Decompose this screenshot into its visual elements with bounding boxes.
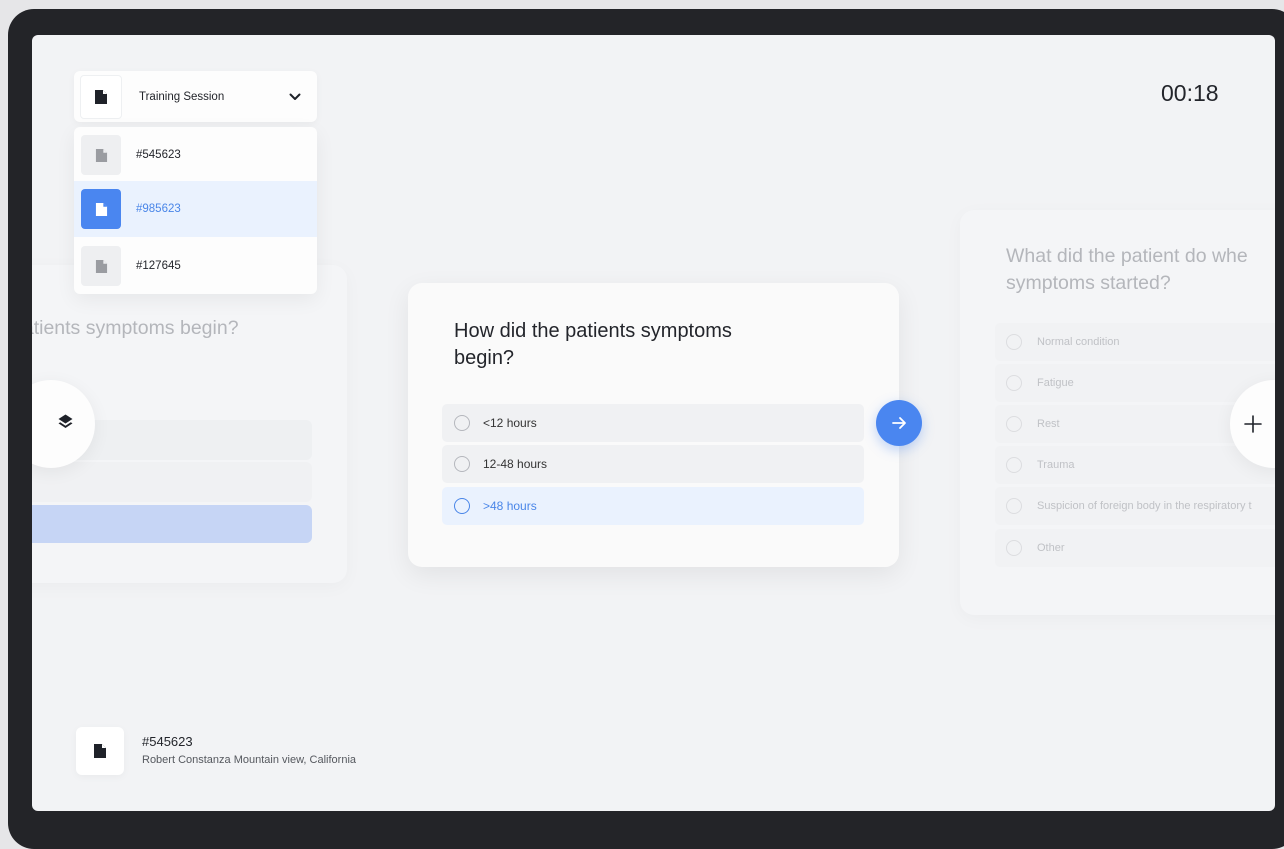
next-question-line: symptoms started? (1006, 272, 1171, 294)
plus-icon (1244, 415, 1262, 433)
next-option-label: Other (1037, 542, 1065, 554)
next-question-button[interactable] (876, 400, 922, 446)
next-question-text: What did the patient do whe symptoms sta… (1006, 243, 1275, 297)
next-option-label: Fatigue (1037, 377, 1074, 389)
radio-icon[interactable] (1006, 498, 1022, 514)
session-timer: 00:18 (1161, 80, 1219, 106)
radio-icon[interactable] (1006, 457, 1022, 473)
next-option-label: Rest (1037, 418, 1060, 430)
session-dropdown-menu: #545623 #985623 #127645 (74, 127, 317, 294)
patient-id: #545623 (142, 734, 193, 749)
radio-icon[interactable] (1006, 540, 1022, 556)
previous-selected-option (32, 505, 312, 543)
answer-option-label: >48 hours (483, 499, 537, 513)
session-item-label: #985623 (136, 203, 181, 215)
document-icon[interactable] (76, 727, 124, 775)
next-question-line: What did the patient do whe (1006, 245, 1248, 267)
radio-icon[interactable] (1006, 375, 1022, 391)
radio-selected-icon[interactable] (454, 498, 470, 514)
next-option-label: Trauma (1037, 459, 1075, 471)
arrow-right-icon (892, 417, 906, 429)
document-icon (81, 135, 121, 175)
document-icon (81, 246, 121, 286)
next-option-6[interactable]: Other (995, 529, 1275, 567)
question-title: How did the patients symptoms begin? (454, 320, 732, 369)
session-item-127645[interactable]: #127645 (74, 238, 317, 294)
radio-icon[interactable] (1006, 334, 1022, 350)
next-question-card[interactable]: What did the patient do whe symptoms sta… (960, 210, 1275, 615)
chevron-down-icon[interactable] (289, 93, 301, 101)
previous-option-row (32, 462, 312, 502)
document-icon (80, 74, 122, 119)
layers-icon (57, 413, 74, 435)
session-item-545623[interactable]: #545623 (74, 127, 317, 183)
document-icon (81, 189, 121, 229)
next-option-1[interactable]: Normal condition (995, 323, 1275, 361)
patient-details: Robert Constanza Mountain view, Californ… (142, 754, 357, 766)
answer-option-1[interactable]: <12 hours (442, 404, 864, 442)
session-dropdown[interactable]: Training Session (74, 71, 317, 122)
next-option-5[interactable]: Suspicion of foreign body in the respira… (995, 487, 1275, 525)
session-item-985623[interactable]: #985623 (74, 181, 317, 237)
next-option-label: Suspicion of foreign body in the respira… (1037, 500, 1252, 512)
answer-option-label: <12 hours (483, 416, 537, 430)
session-item-label: #545623 (136, 149, 181, 161)
session-dropdown-label: Training Session (139, 90, 225, 103)
radio-icon[interactable] (454, 415, 470, 431)
next-option-2[interactable]: Fatigue (995, 364, 1275, 402)
next-option-label: Normal condition (1037, 336, 1120, 348)
next-option-4[interactable]: Trauma (995, 446, 1275, 484)
radio-icon[interactable] (1006, 416, 1022, 432)
app-screen: patients symptoms begin? How did the pat… (32, 35, 1275, 811)
previous-question-text: patients symptoms begin? (32, 317, 239, 339)
radio-icon[interactable] (454, 456, 470, 472)
answer-option-label: 12-48 hours (483, 457, 548, 471)
answer-option-3[interactable]: >48 hours (442, 487, 864, 525)
session-item-label: #127645 (136, 260, 181, 272)
current-question-card: How did the patients symptoms begin? <12… (408, 283, 899, 567)
answer-option-2[interactable]: 12-48 hours (442, 445, 864, 483)
